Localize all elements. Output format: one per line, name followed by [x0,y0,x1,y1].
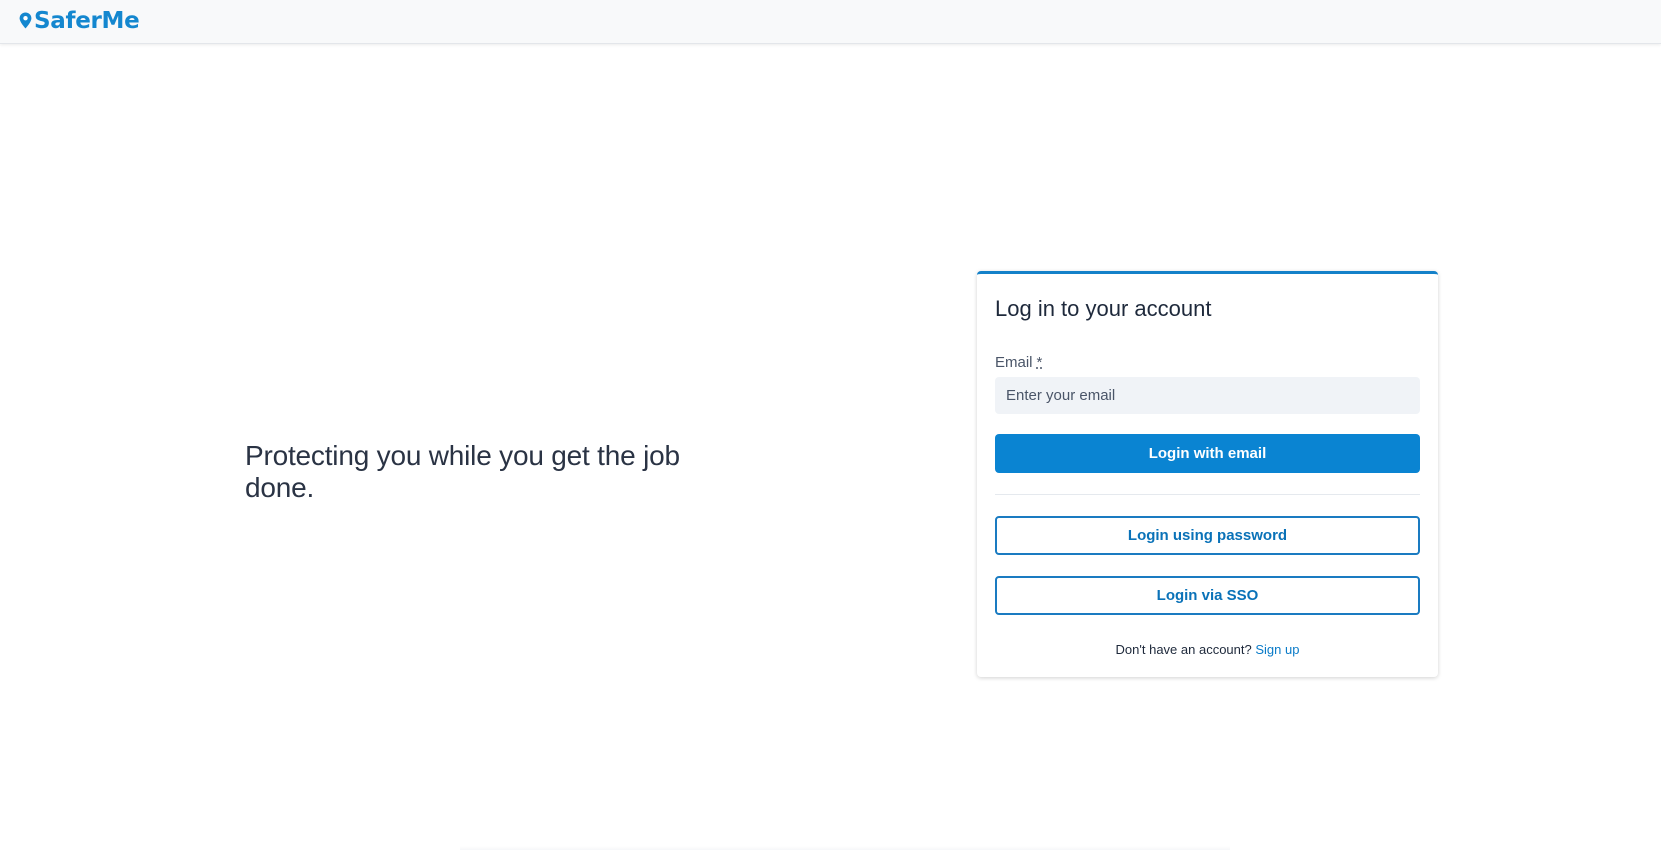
top-navbar: SaferMe [0,0,1661,44]
bottom-fade [460,846,1230,850]
login-via-sso-button[interactable]: Login via SSO [995,576,1420,615]
logo-text: SaferMe [34,8,140,34]
divider [995,494,1420,495]
hero-tagline: Protecting you while you get the job don… [245,440,680,503]
login-with-email-button[interactable]: Login with email [995,434,1420,473]
signup-prompt: Don't have an account? [1115,642,1252,657]
login-card-title: Log in to your account [995,296,1212,321]
email-field-label: Email * [995,354,1042,371]
signup-link[interactable]: Sign up [1255,642,1299,657]
saferme-logo[interactable]: SaferMe [19,6,140,36]
required-marker: * [1036,354,1043,371]
email-label-text: Email [995,354,1033,371]
map-pin-icon [19,12,32,29]
email-input[interactable] [995,377,1420,414]
signup-row: Don't have an account? Sign up [977,642,1438,657]
login-using-password-button[interactable]: Login using password [995,516,1420,555]
login-card: Log in to your account Email* Login with… [977,271,1438,677]
